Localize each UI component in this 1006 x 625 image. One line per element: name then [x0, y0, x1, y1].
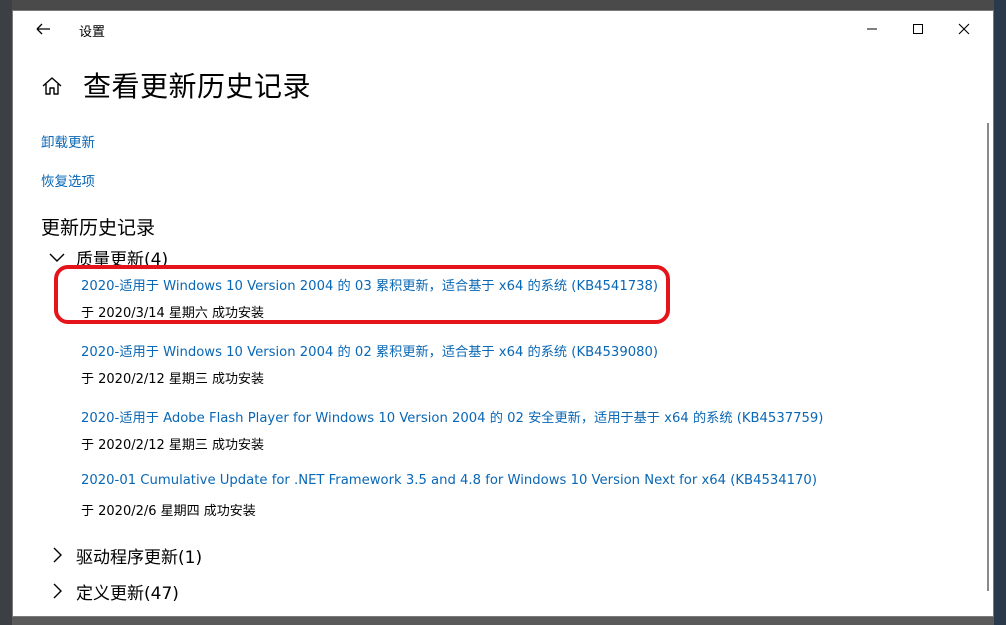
close-icon	[958, 23, 970, 35]
desktop-background-left	[0, 0, 12, 625]
highlight-annotation	[54, 265, 670, 324]
window-title: 设置	[79, 25, 106, 40]
update-entry-status: 于 2020/2/12 星期三 成功安装	[81, 438, 265, 453]
maximize-icon	[913, 24, 923, 34]
chevron-right-icon	[53, 547, 62, 563]
definition-updates-label: 定义更新(47)	[76, 584, 179, 604]
desktop-background-right	[994, 0, 1006, 625]
back-button[interactable]	[33, 19, 55, 39]
settings-window: 设置 查看更新历史记录 卸载更新 恢复选项 更新历史记录 质量更新(4) 202…	[12, 10, 994, 617]
scrollbar[interactable]	[987, 123, 989, 591]
chevron-down-icon	[49, 253, 65, 262]
minimize-button[interactable]	[849, 11, 895, 47]
back-arrow-icon	[36, 23, 50, 35]
update-entry-link[interactable]: 2020-适用于 Adobe Flash Player for Windows …	[81, 407, 823, 426]
home-icon	[42, 77, 62, 95]
update-entry-link[interactable]: 2020-适用于 Windows 10 Version 2004 的 02 累积…	[81, 341, 658, 360]
update-entry-status: 于 2020/2/12 星期三 成功安装	[81, 372, 265, 387]
title-bar: 设置	[13, 11, 993, 47]
close-button[interactable]	[941, 11, 987, 47]
driver-updates-label: 驱动程序更新(1)	[76, 548, 203, 568]
page-title: 查看更新历史记录	[83, 70, 312, 103]
uninstall-updates-link[interactable]: 卸载更新	[41, 131, 95, 151]
update-entry-status: 于 2020/2/6 星期四 成功安装	[81, 504, 256, 519]
home-button[interactable]	[41, 75, 63, 97]
minimize-icon	[867, 28, 877, 30]
update-history-heading: 更新历史记录	[41, 217, 156, 239]
maximize-button[interactable]	[895, 11, 941, 47]
chevron-right-icon	[53, 583, 62, 599]
recovery-options-link[interactable]: 恢复选项	[41, 170, 95, 190]
update-entry-link[interactable]: 2020-01 Cumulative Update for .NET Frame…	[81, 473, 817, 488]
